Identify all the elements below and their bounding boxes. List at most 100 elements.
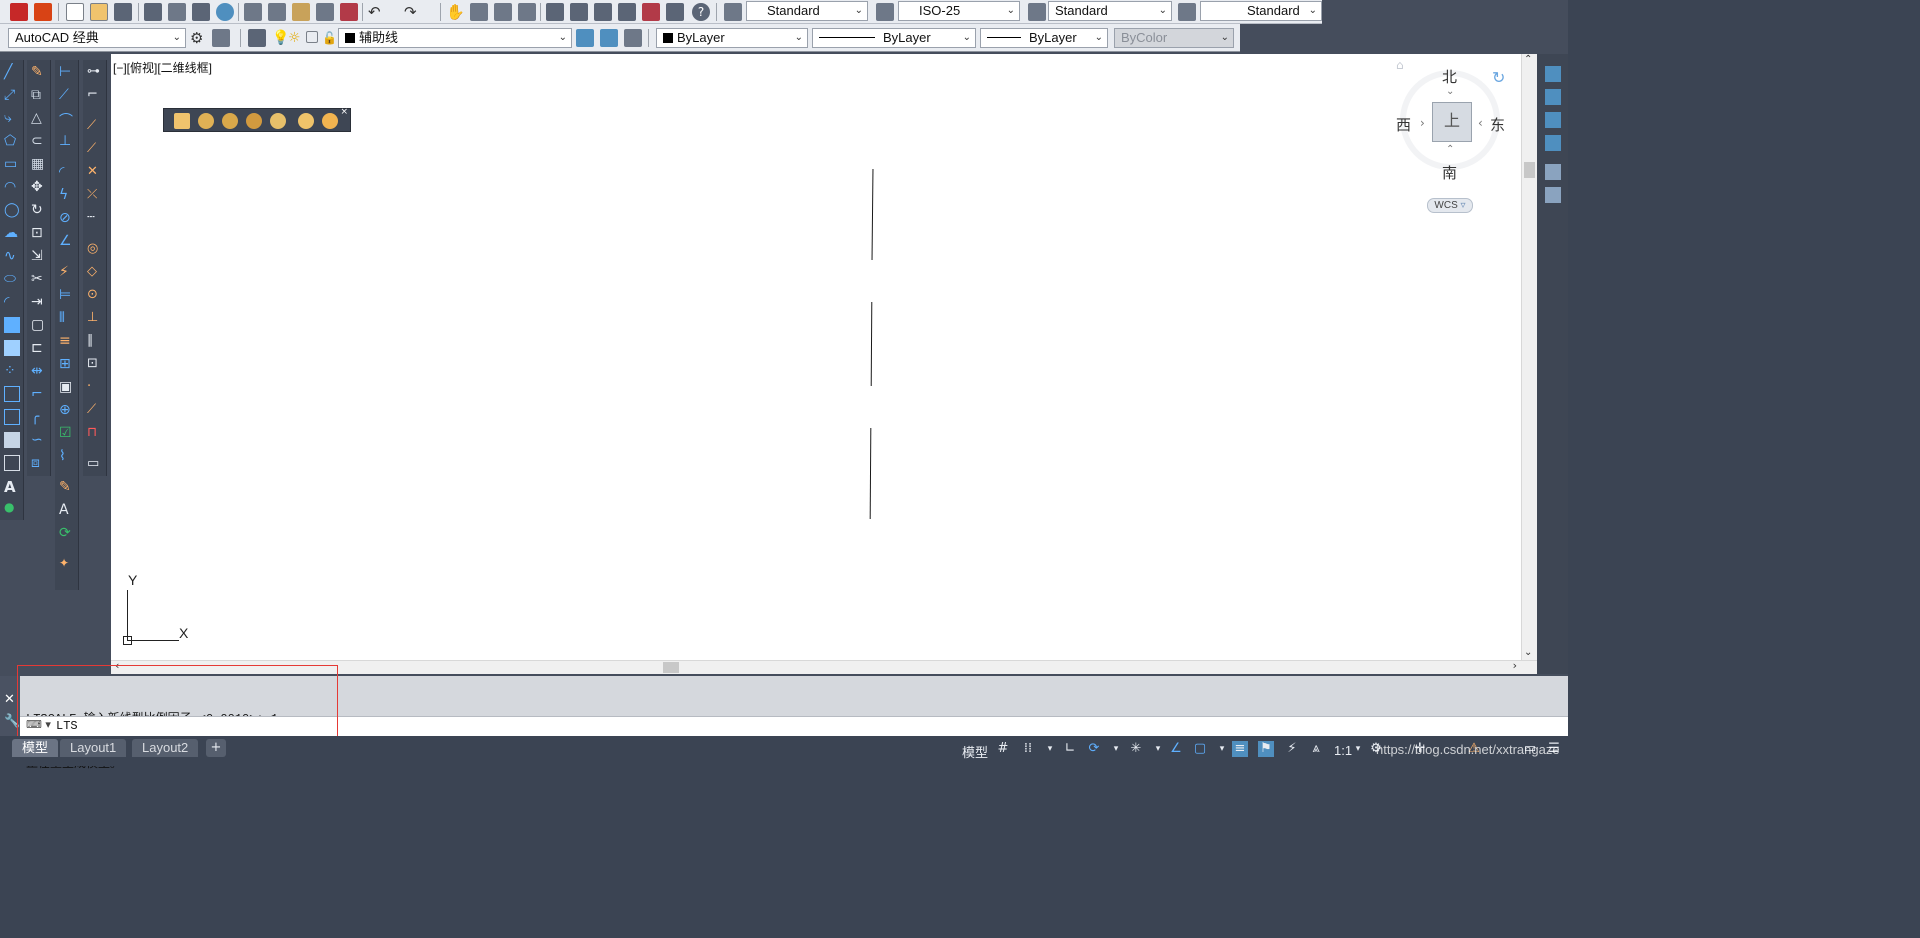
multileader-style-icon[interactable] — [1178, 3, 1196, 21]
break-icon[interactable]: ⊏ — [31, 340, 47, 356]
isodraft-icon[interactable]: ✳ — [1128, 741, 1144, 757]
snap-perpendicular-icon[interactable]: ⊥ — [87, 310, 103, 326]
scroll-down-arrow[interactable]: ⌄ — [1524, 647, 1532, 658]
jogged-linear-icon[interactable]: ⌇ — [59, 448, 75, 464]
viewcube-face-top[interactable]: 上 — [1432, 102, 1472, 142]
move-icon[interactable]: ✥ — [31, 179, 47, 195]
dim-style-icon-side[interactable]: ✦ — [59, 556, 75, 572]
dim-baseline-icon[interactable]: ⊨ — [59, 287, 75, 303]
color-select[interactable]: ByLayer ⌄ — [656, 28, 808, 48]
break-at-point-icon[interactable]: ▢ — [31, 317, 47, 333]
object-snap-tracking-icon[interactable]: ∠ — [1168, 741, 1184, 757]
snap-node-icon[interactable]: · — [87, 379, 103, 395]
print-preview-icon[interactable] — [168, 3, 186, 21]
command-close-icon[interactable]: ✕ — [4, 692, 15, 707]
wcs-menu-button[interactable]: WCS ▿ — [1427, 198, 1473, 213]
3d-print-icon[interactable] — [216, 3, 234, 21]
region-icon[interactable] — [4, 432, 20, 448]
fillet-icon[interactable]: ╭ — [31, 409, 47, 425]
viewcube-arrow-right-icon[interactable]: ‹ — [1478, 116, 1483, 130]
dim-linear-icon[interactable]: ⊢ — [59, 64, 75, 80]
drawing-canvas[interactable]: [−][俯视][二维线框] × Y X ⌂ ↻ 北 南 西 东 上 ⌄ ⌃ › … — [111, 54, 1521, 660]
gradient-icon[interactable] — [4, 409, 20, 425]
construction-line-icon[interactable]: ⤢ — [4, 87, 20, 103]
drawn-line-3[interactable] — [869, 427, 872, 520]
viewport-controls-label[interactable]: [−][俯视][二维线框] — [113, 59, 212, 76]
inspection-icon[interactable]: ☑ — [59, 425, 75, 441]
isodraft-dropdown-icon[interactable]: ▾ — [1150, 741, 1166, 757]
tab-layout2[interactable]: Layout2 — [132, 739, 199, 757]
box-solid-icon[interactable] — [174, 113, 190, 129]
help-icon[interactable]: ? — [692, 3, 710, 21]
stretch-icon[interactable]: ⇲ — [31, 248, 47, 264]
array-icon[interactable]: ▦ — [31, 156, 47, 172]
add-selected-icon[interactable]: ● — [4, 500, 20, 516]
dim-angular-icon[interactable]: ∠ — [59, 233, 75, 249]
ellipse-icon[interactable]: ⬭ — [4, 271, 20, 287]
mirror-icon[interactable]: △ — [31, 110, 47, 126]
sheet-set-icon[interactable] — [618, 3, 636, 21]
viewcube[interactable]: ⌂ ↻ 北 南 西 东 上 ⌄ ⌃ › ‹ — [1396, 58, 1508, 198]
scroll-right-arrow[interactable]: › — [1513, 659, 1517, 672]
pan-icon[interactable]: ✋ — [446, 3, 465, 21]
text-style-icon[interactable] — [724, 3, 742, 21]
dim-style-icon[interactable] — [876, 3, 894, 21]
snap-insert-icon[interactable]: ⊡ — [87, 356, 103, 372]
floating-toolbar-close-icon[interactable]: × — [340, 107, 348, 117]
pdf-export-icon[interactable] — [10, 3, 28, 21]
temp-track-icon[interactable]: ⊶ — [87, 64, 103, 80]
tolerance-icon[interactable]: ▣ — [59, 379, 75, 395]
object-snap-icon[interactable]: ▢ — [1192, 741, 1208, 757]
revision-cloud-icon[interactable]: ☁ — [4, 225, 20, 241]
workspace-select[interactable]: AutoCAD 经典 ⌄ — [8, 28, 186, 48]
print-icon[interactable] — [144, 3, 162, 21]
layer-states-icon[interactable] — [624, 29, 642, 47]
table-style-icon[interactable] — [1028, 3, 1046, 21]
linetype-select[interactable]: ByLayer ⌄ — [812, 28, 976, 48]
viewport-single-icon[interactable] — [1545, 66, 1561, 82]
markup-icon[interactable] — [642, 3, 660, 21]
tool-palettes-icon[interactable] — [594, 3, 612, 21]
polar-dropdown-icon[interactable]: ▾ — [1108, 741, 1124, 757]
explode-icon[interactable]: ⧈ — [31, 455, 47, 471]
dim-radius-icon[interactable]: ◜ — [59, 164, 75, 180]
pdf-import-icon[interactable] — [34, 3, 52, 21]
transparency-icon[interactable]: ⚑ — [1258, 741, 1274, 757]
interfere-icon[interactable] — [322, 113, 338, 129]
selection-cycling-icon[interactable]: ⚡ — [1284, 741, 1300, 757]
viewcube-home-icon[interactable]: ⌂ — [1396, 58, 1404, 72]
dim-update-icon[interactable]: ⟳ — [59, 525, 75, 541]
zoom-previous-icon[interactable] — [518, 3, 536, 21]
scroll-up-arrow[interactable]: ⌃ — [1524, 54, 1532, 65]
text-style-select[interactable]: Standard ⌄ — [746, 1, 868, 21]
workspace-settings-icon[interactable]: ⚙ — [190, 29, 208, 47]
offset-icon[interactable]: ⊂ — [31, 133, 47, 149]
polar-tracking-icon[interactable]: ⟳ — [1086, 741, 1102, 757]
viewcube-arrow-up-icon[interactable]: ⌄ — [1446, 86, 1454, 97]
slice-solid-icon[interactable] — [270, 113, 286, 129]
multiline-text-icon[interactable]: A — [4, 478, 20, 496]
dim-break-icon[interactable]: ⊞ — [59, 356, 75, 372]
sphere-solid-icon[interactable] — [198, 113, 214, 129]
layer-select[interactable]: 辅助线 ⌄ — [338, 28, 572, 48]
ellipse-arc-icon[interactable]: ◜ — [4, 294, 20, 310]
viewport-object-icon[interactable] — [1545, 135, 1561, 151]
paste-icon[interactable] — [292, 3, 310, 21]
snap-extension-icon[interactable]: ┄ — [87, 210, 103, 226]
table-style-select[interactable]: Standard ⌄ — [1048, 1, 1172, 21]
dim-aligned-icon[interactable]: ⟋ — [59, 87, 75, 103]
viewport-two-icon[interactable] — [1545, 89, 1561, 105]
undo-icon[interactable]: ↶ — [368, 3, 386, 21]
cut-icon[interactable] — [244, 3, 262, 21]
snap-tangent-icon[interactable]: ⊙ — [87, 287, 103, 303]
scroll-thumb-horizontal[interactable] — [663, 662, 679, 673]
snap-quadrant-icon[interactable]: ◇ — [87, 264, 103, 280]
snap-mode-icon[interactable]: ⁞⁞ — [1020, 741, 1036, 757]
make-block-icon[interactable] — [4, 340, 20, 356]
object-snap-dropdown-icon[interactable]: ▾ — [1214, 741, 1230, 757]
circle-icon[interactable]: ◯ — [4, 202, 20, 218]
viewport-clip-icon[interactable] — [1545, 164, 1561, 180]
scroll-thumb-vertical[interactable] — [1524, 162, 1535, 178]
join-icon[interactable]: ⇹ — [31, 363, 47, 379]
new-file-icon[interactable] — [66, 3, 84, 21]
